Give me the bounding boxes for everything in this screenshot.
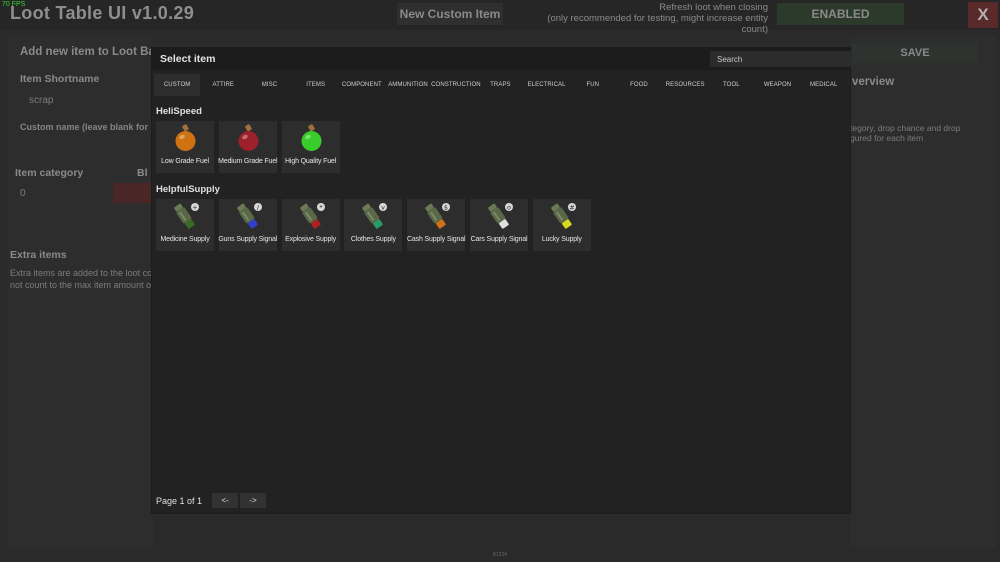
shortname-field[interactable]: scrap [29,95,53,106]
medium-grade-fuel-icon [232,123,264,155]
add-item-heading: Add new item to Loot Barr [20,46,164,58]
high-quality-fuel-icon [295,123,327,155]
tile-label: Low Grade Fuel [161,158,209,165]
tab-ammunition[interactable]: AMMUNITION [385,74,431,96]
svg-text:o: o [507,204,511,212]
tab-electrical[interactable]: ELECTRICAL [524,74,570,96]
refresh-loot-toggle[interactable]: ENABLED [777,3,904,25]
medium-grade-fuel-tile[interactable]: Medium Grade Fuel [218,121,278,173]
overview-heading: verview [852,76,895,88]
select-item-modal: Select item CUSTOMATTIREMISCITEMSCOMPONE… [152,48,851,513]
tab-weapon[interactable]: WEAPON [754,74,800,96]
lucky-supply-icon: # [546,201,578,233]
overview-desc-2: gured for each item [850,133,924,143]
group-title: HelpfulSupply [156,184,220,195]
tab-traps[interactable]: TRAPS [477,74,523,96]
shortname-label: Item Shortname [20,73,100,85]
tile-label: Medium Grade Fuel [218,158,278,165]
close-button[interactable]: X [968,2,998,28]
tile-label: Medicine Supply [160,236,210,243]
category-field[interactable]: 0 [20,188,26,199]
footer-id: 81234 [493,552,507,558]
tab-tool[interactable]: TOOL [708,74,754,96]
bl-label: Bl [137,167,148,179]
tab-attire[interactable]: ATTIRE [200,74,246,96]
low-grade-fuel-tile[interactable]: Low Grade Fuel [156,121,214,173]
svg-text:$: $ [444,204,448,212]
cash-supply-signal-tile[interactable]: $ Cash Supply Signal [407,199,466,251]
tile-label: Cars Supply Signal [470,236,528,243]
extra-items-heading: Extra items [10,249,67,261]
tile-label: Lucky Supply [541,236,582,243]
custom-name-label: Custom name (leave blank for de [20,122,162,132]
cash-supply-signal-icon: $ [420,201,452,233]
guns-supply-signal-tile[interactable]: / Guns Supply Signal [218,199,277,251]
refresh-loot-hint: (only recommended for testing, might inc… [547,13,768,35]
tile-label: High Quality Fuel [285,158,337,165]
tab-resources[interactable]: RESOURCES [662,74,708,96]
overview-desc-1: tegory, drop chance and drop [850,123,961,133]
medicine-supply-tile[interactable]: + Medicine Supply [156,199,214,251]
svg-text:+: + [192,204,197,212]
extra-items-desc-2: not count to the max item amount o [10,280,152,290]
cars-supply-signal-tile[interactable]: o Cars Supply Signal [470,199,528,251]
search-input[interactable] [710,51,851,67]
high-quality-fuel-tile[interactable]: High Quality Fuel [281,121,340,173]
blacklist-toggle[interactable] [113,183,153,203]
explosive-supply-icon: * [295,201,327,233]
tab-misc[interactable]: MISC [246,74,292,96]
lucky-supply-tile[interactable]: # Lucky Supply [532,199,591,251]
group-title: HeliSpeed [156,106,202,117]
low-grade-fuel-icon [169,123,201,155]
medicine-supply-icon: + [169,201,201,233]
tile-label: Clothes Supply [350,236,396,243]
tab-construction[interactable]: CONSTRUCTION [431,74,480,96]
clothes-supply-icon: v [357,201,389,233]
page-indicator: Page 1 of 1 [156,496,203,506]
tab-component[interactable]: COMPONENT [339,74,385,96]
new-custom-item-button[interactable]: New Custom Item [397,3,503,25]
tile-label: Explosive Supply [285,236,337,243]
clothes-supply-tile[interactable]: v Clothes Supply [344,199,403,251]
modal-title: Select item [160,53,216,65]
tab-fun[interactable]: FUN [570,74,616,96]
guns-supply-signal-icon: / [232,201,264,233]
overview-panel [850,36,996,548]
category-label: Item category [15,167,84,179]
add-item-panel [8,36,153,548]
save-button[interactable]: SAVE [852,43,978,63]
prev-page-button[interactable]: <- [212,493,238,508]
tab-custom[interactable]: CUSTOM [154,74,201,96]
refresh-loot-note: Refresh loot when closing (only recommen… [520,2,768,35]
cars-supply-signal-icon: o [483,201,515,233]
explosive-supply-tile[interactable]: * Explosive Supply [281,199,340,251]
next-page-button[interactable]: -> [240,493,266,508]
tab-food[interactable]: FOOD [616,74,662,96]
refresh-loot-line: Refresh loot when closing [659,2,768,13]
svg-text:#: # [569,204,574,212]
tab-items[interactable]: ITEMS [293,74,339,96]
svg-text:v: v [381,204,385,212]
app-title: Loot Table UI v1.0.29 [10,3,195,23]
extra-items-desc-1: Extra items are added to the loot co [10,268,153,278]
tile-label: Cash Supply Signal [406,236,466,243]
tab-medical[interactable]: MEDICAL [801,74,847,96]
tile-label: Guns Supply Signal [218,236,278,243]
category-tabs: CUSTOM ATTIRE MISC ITEMS COMPONENT AMMUNITION… [154,74,848,96]
